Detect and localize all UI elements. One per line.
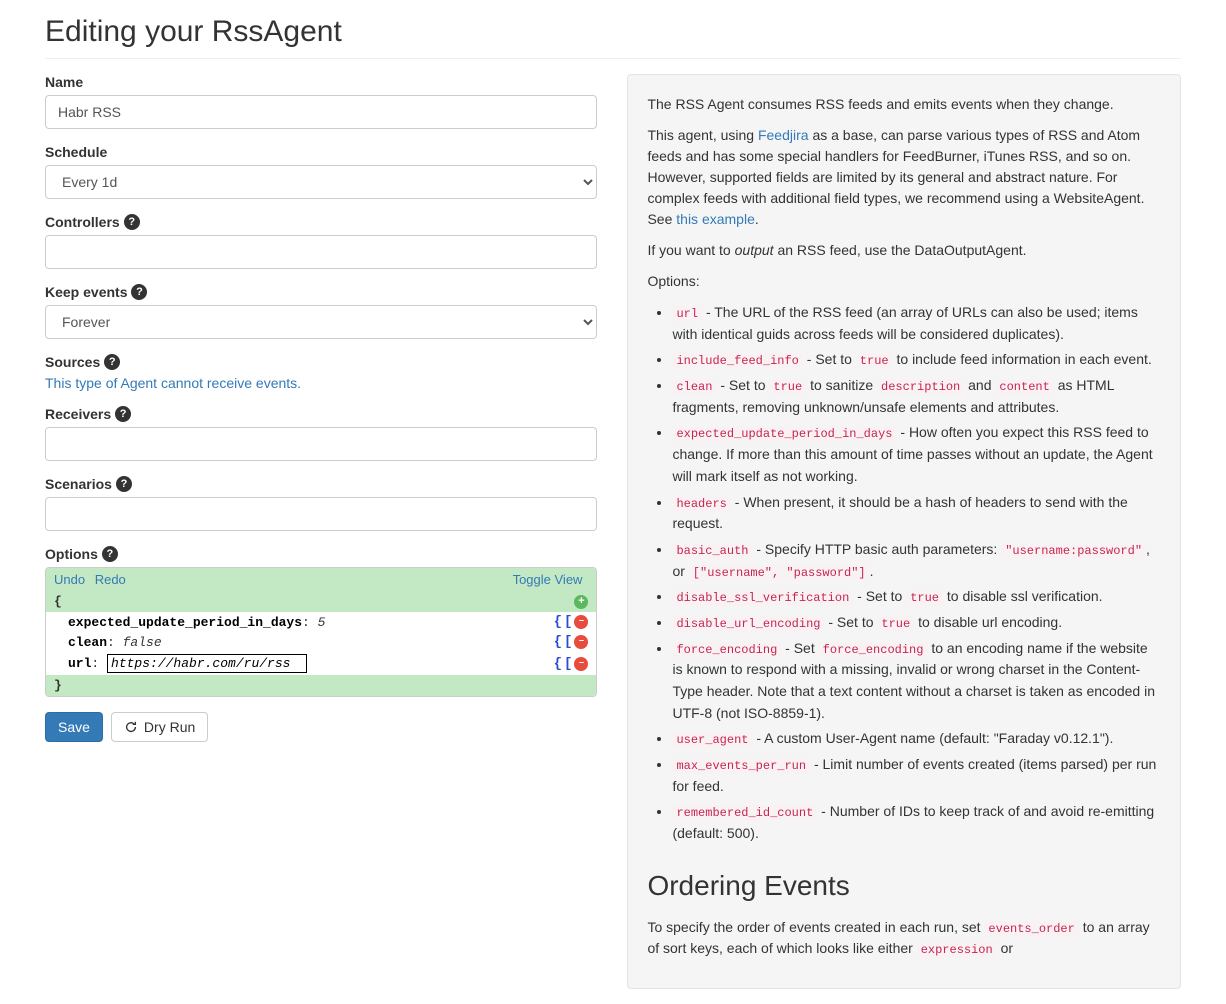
- scenarios-label: Scenarios ?: [45, 476, 132, 492]
- save-button[interactable]: Save: [45, 712, 103, 742]
- dry-run-button[interactable]: Dry Run: [111, 712, 208, 742]
- to-array-icon[interactable]: [: [564, 656, 572, 672]
- sources-label: Sources ?: [45, 354, 120, 370]
- to-object-icon[interactable]: {: [554, 634, 562, 650]
- help-panel: The RSS Agent consumes RSS feeds and emi…: [627, 74, 1181, 989]
- keep-events-select[interactable]: Forever: [45, 305, 597, 339]
- help-icon[interactable]: ?: [102, 546, 118, 562]
- to-object-icon[interactable]: {: [554, 614, 562, 630]
- options-label: Options ?: [45, 546, 118, 562]
- schedule-select[interactable]: Every 1d: [45, 165, 597, 199]
- json-editor: Undo Redo Toggle View { + expected_updat…: [45, 567, 597, 697]
- controllers-input[interactable]: [45, 235, 597, 269]
- json-value[interactable]: false: [123, 635, 162, 650]
- list-item: url - The URL of the RSS feed (an array …: [672, 302, 1161, 345]
- receivers-input[interactable]: [45, 427, 597, 461]
- list-item: force_encoding - Set force_encoding to a…: [672, 638, 1161, 725]
- list-item: user_agent - A custom User-Agent name (d…: [672, 728, 1161, 750]
- ordering-heading: Ordering Events: [647, 865, 1161, 907]
- help-text: The RSS Agent consumes RSS feeds and emi…: [647, 94, 1161, 115]
- list-item: disable_ssl_verification - Set to true t…: [672, 586, 1161, 608]
- help-icon[interactable]: ?: [124, 214, 140, 230]
- list-item: include_feed_info - Set to true to inclu…: [672, 349, 1161, 371]
- keep-events-label: Keep events ?: [45, 284, 147, 300]
- delete-field-icon[interactable]: –: [574, 657, 588, 671]
- scenarios-input[interactable]: [45, 497, 597, 531]
- json-key[interactable]: expected_update_period_in_days: [68, 615, 302, 630]
- help-text: This agent, using Feedjira as a base, ca…: [647, 125, 1161, 230]
- json-open-brace: { +: [46, 591, 596, 612]
- list-item: expected_update_period_in_days - How oft…: [672, 422, 1161, 487]
- help-icon[interactable]: ?: [115, 406, 131, 422]
- name-label: Name: [45, 74, 597, 90]
- help-icon[interactable]: ?: [104, 354, 120, 370]
- json-value[interactable]: 5: [318, 615, 326, 630]
- list-item: basic_auth - Specify HTTP basic auth par…: [672, 539, 1161, 582]
- list-item: headers - When present, it should be a h…: [672, 492, 1161, 535]
- list-item: disable_url_encoding - Set to true to di…: [672, 612, 1161, 634]
- delete-field-icon[interactable]: –: [574, 615, 588, 629]
- list-item: remembered_id_count - Number of IDs to k…: [672, 801, 1161, 844]
- name-input[interactable]: [45, 95, 597, 129]
- undo-link[interactable]: Undo: [54, 572, 85, 587]
- json-key[interactable]: clean: [68, 635, 107, 650]
- list-item: clean - Set to true to sanitize descript…: [672, 375, 1161, 418]
- options-heading: Options:: [647, 271, 1161, 292]
- json-close-brace: }: [46, 675, 596, 696]
- form-panel: Name Schedule Every 1d Controllers ? Kee…: [45, 74, 597, 989]
- to-object-icon[interactable]: {: [554, 656, 562, 672]
- toggle-view-link[interactable]: Toggle View: [513, 572, 583, 587]
- options-list: url - The URL of the RSS feed (an array …: [647, 302, 1161, 845]
- json-key[interactable]: url: [68, 656, 91, 671]
- sources-note: This type of Agent cannot receive events…: [45, 375, 597, 391]
- page-title: Editing your RssAgent: [45, 15, 1181, 59]
- help-icon[interactable]: ?: [131, 284, 147, 300]
- controllers-label: Controllers ?: [45, 214, 140, 230]
- to-array-icon[interactable]: [: [564, 614, 572, 630]
- example-link[interactable]: this example: [676, 211, 755, 227]
- receivers-label: Receivers ?: [45, 406, 131, 422]
- to-array-icon[interactable]: [: [564, 634, 572, 650]
- url-value-input[interactable]: [107, 654, 307, 673]
- refresh-icon: [124, 720, 138, 734]
- schedule-label: Schedule: [45, 144, 597, 160]
- feedjira-link[interactable]: Feedjira: [758, 127, 809, 143]
- redo-link[interactable]: Redo: [95, 572, 126, 587]
- list-item: max_events_per_run - Limit number of eve…: [672, 754, 1161, 797]
- delete-field-icon[interactable]: –: [574, 635, 588, 649]
- add-field-icon[interactable]: +: [574, 595, 588, 609]
- help-icon[interactable]: ?: [116, 476, 132, 492]
- help-text: To specify the order of events created i…: [647, 917, 1161, 959]
- help-text: If you want to output an RSS feed, use t…: [647, 240, 1161, 261]
